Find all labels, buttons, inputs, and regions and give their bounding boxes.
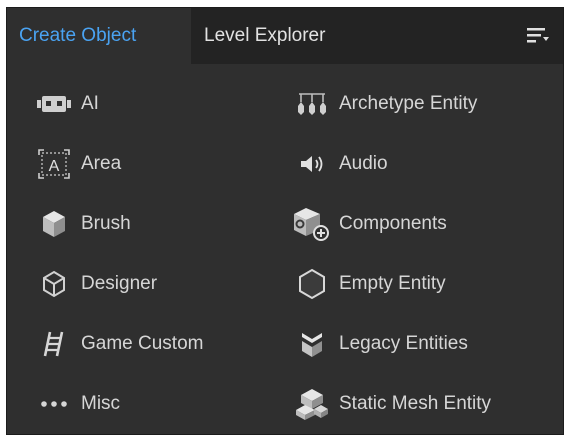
screenshot-frame: Create Object Level Explorer AI A Area B… [0,0,568,439]
designer-hexagon-icon [33,264,75,304]
create-object-panel: Create Object Level Explorer AI A Area B… [6,7,564,435]
category-archetype-entity[interactable]: Archetype Entity [291,84,477,124]
category-misc[interactable]: Misc [33,384,120,424]
category-components[interactable]: Components [291,204,447,244]
archetype-icon [291,84,333,124]
area-icon: A [33,144,75,184]
ellipsis-icon [33,384,75,424]
static-mesh-icon [291,384,333,424]
category-label: Area [81,153,122,174]
category-empty-entity[interactable]: Empty Entity [291,264,446,304]
svg-text:A: A [49,158,60,175]
category-label: Audio [339,153,388,174]
category-label: Static Mesh Entity [339,393,492,414]
category-label: Components [339,213,447,234]
tab-bar: Create Object Level Explorer [7,8,563,64]
category-designer[interactable]: Designer [33,264,157,304]
ai-robot-icon [33,84,75,124]
category-label: Misc [81,393,121,414]
category-label: Designer [81,273,158,294]
legacy-entity-icon [291,324,333,364]
tab-level-explorer[interactable]: Level Explorer [192,8,337,64]
category-label: AI [81,93,99,114]
ladder-icon [33,324,75,364]
category-label: Legacy Entities [339,333,468,354]
category-brush[interactable]: Brush [33,204,131,244]
brush-cube-icon [33,204,75,244]
category-area[interactable]: A Area [33,144,121,184]
category-audio[interactable]: Audio [291,144,388,184]
category-label: Empty Entity [339,273,446,294]
hexagon-icon [291,264,333,304]
speaker-icon [291,144,333,184]
sort-menu-icon[interactable] [525,25,551,47]
category-label: Archetype Entity [339,93,478,114]
category-label: Brush [81,213,131,234]
category-game-custom[interactable]: Game Custom [33,324,203,364]
category-legacy-entities[interactable]: Legacy Entities [291,324,468,364]
category-label: Game Custom [81,333,204,354]
tab-create-object[interactable]: Create Object [7,8,191,64]
components-icon [291,204,333,244]
category-ai[interactable]: AI [33,84,99,124]
category-static-mesh-entity[interactable]: Static Mesh Entity [291,384,491,424]
